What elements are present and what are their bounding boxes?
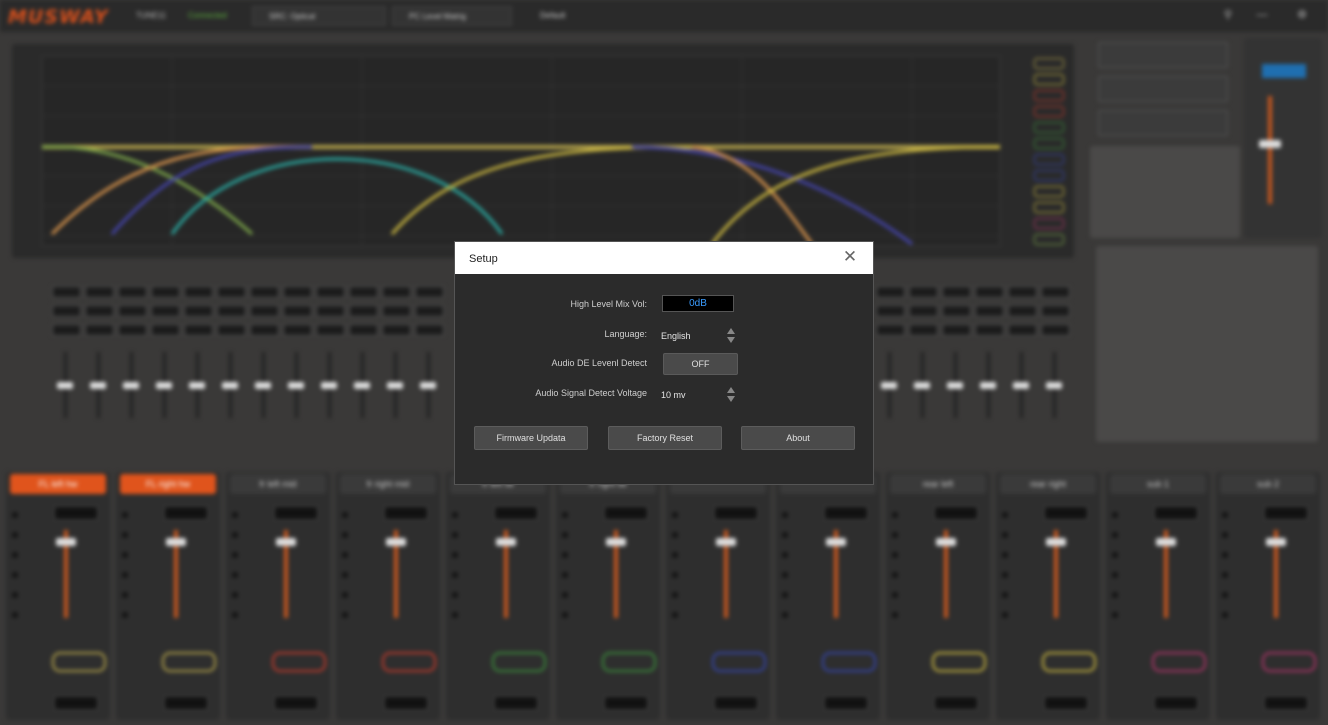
- language-label: Language:: [604, 329, 647, 339]
- audio-signal-detect-voltage-value: 10 mv: [661, 390, 686, 400]
- audio-de-level-detect-toggle[interactable]: OFF: [663, 353, 738, 375]
- firmware-update-button[interactable]: Firmware Updata: [474, 426, 588, 450]
- high-level-mix-vol-label: High Level Mix Vol:: [570, 299, 647, 309]
- dialog-title: Setup: [469, 253, 498, 265]
- setup-dialog: Setup ✕ High Level Mix Vol: 0dB Language…: [454, 241, 874, 485]
- audio-de-level-detect-label: Audio DE Levenl Detect: [551, 358, 647, 368]
- audio-signal-detect-voltage-label: Audio Signal Detect Voltage: [535, 388, 647, 398]
- language-select[interactable]: English: [661, 328, 741, 344]
- app-window: MUSWAY TUNE11 Connected SRC: Optical PC …: [0, 0, 1328, 725]
- dialog-titlebar: Setup ✕: [455, 242, 873, 274]
- factory-reset-button[interactable]: Factory Reset: [608, 426, 722, 450]
- high-level-mix-vol-display[interactable]: 0dB: [662, 295, 734, 312]
- language-spin-arrows-icon[interactable]: [727, 328, 737, 344]
- about-button[interactable]: About: [741, 426, 855, 450]
- voltage-spin-arrows-icon[interactable]: [727, 387, 737, 403]
- audio-signal-detect-voltage-select[interactable]: 10 mv: [661, 387, 741, 403]
- close-icon[interactable]: ✕: [841, 248, 859, 266]
- language-value: English: [661, 331, 691, 341]
